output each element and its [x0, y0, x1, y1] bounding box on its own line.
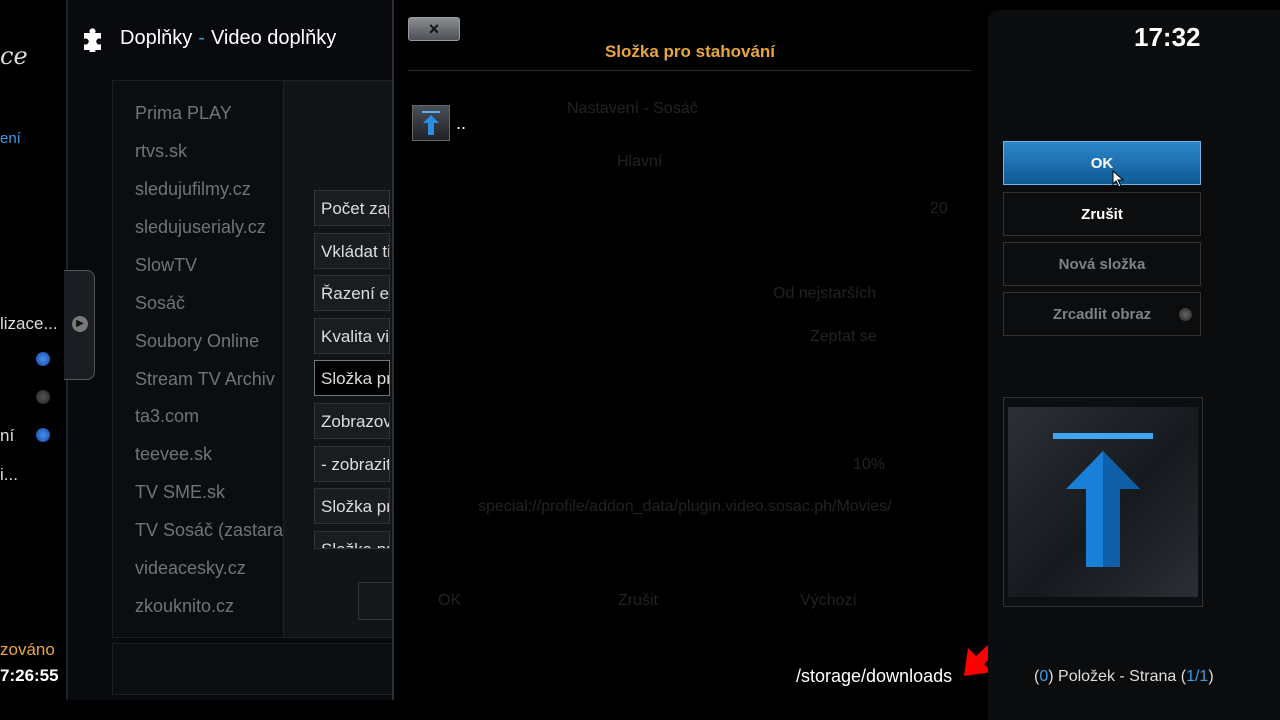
- list-item-parent-folder[interactable]: ..: [412, 105, 467, 141]
- setting-row[interactable]: Řazení epizod: [314, 275, 390, 311]
- setting-row[interactable]: Vkládat titulky, jsou li k dispozici: [314, 233, 390, 269]
- list-item[interactable]: Stream TV Archiv: [135, 369, 275, 390]
- paren-open: (: [1176, 668, 1187, 685]
- left-fragment-3: ní: [0, 426, 15, 445]
- folder-up-icon: [1008, 407, 1198, 597]
- setting-row[interactable]: - zobrazit stav každých: [314, 446, 390, 482]
- setting-row[interactable]: Počet zapamatovaných hledání: [314, 190, 390, 226]
- radio-on-icon[interactable]: [36, 428, 50, 442]
- new-folder-button[interactable]: Nová složka: [1003, 242, 1201, 286]
- ok-button[interactable]: OK: [1003, 141, 1201, 185]
- breadcrumb-main: Doplňky: [120, 26, 193, 49]
- list-item[interactable]: rtvs.sk: [135, 141, 187, 162]
- folder-up-icon: [412, 105, 450, 141]
- current-path: /storage/downloads: [796, 666, 953, 686]
- dialog-title: Složka pro stahování: [408, 34, 972, 71]
- ghost-button: Zrušit: [618, 592, 658, 609]
- list-item[interactable]: ta3.com: [135, 406, 199, 427]
- setting-row-selected[interactable]: Složka pro stahování: [314, 360, 390, 396]
- info-bar: [112, 643, 394, 695]
- breadcrumb: Doplňky - Video doplňky: [80, 22, 336, 54]
- preview-thumbnail: [1003, 397, 1203, 607]
- dialog-left-edge: [392, 0, 394, 700]
- ghost-button: OK: [438, 592, 462, 609]
- radio-on-icon[interactable]: [36, 352, 50, 366]
- setting-row[interactable]: Zobrazovat stav stahování: [314, 403, 390, 439]
- mouse-cursor-icon: [1112, 170, 1125, 188]
- arrow-right-icon: ▶: [72, 316, 88, 332]
- settings-ok-button[interactable]: [358, 582, 394, 620]
- status-text: zováno: [0, 640, 55, 659]
- list-item[interactable]: TV SME.sk: [135, 482, 225, 503]
- list-item[interactable]: sledujufilmy.cz: [135, 179, 251, 200]
- list-item[interactable]: zkouknito.cz: [135, 596, 234, 617]
- list-item[interactable]: videacesky.cz: [135, 558, 246, 579]
- setting-row[interactable]: Kvalita videa: [314, 318, 390, 354]
- ghost-settings-tab: Hlavní: [617, 153, 663, 170]
- ghost-value: 10%: [853, 456, 886, 473]
- setting-row[interactable]: Složka pro filmy: [314, 488, 390, 524]
- setting-row[interactable]: Složka pro seriály: [314, 531, 390, 549]
- list-item[interactable]: Sosáč: [135, 293, 185, 314]
- radio-off-icon[interactable]: [36, 390, 50, 404]
- items-page-text: Položek - Strana: [1058, 668, 1177, 685]
- left-fragment-4: i...: [0, 465, 18, 484]
- parent-folder-label: ..: [456, 112, 467, 133]
- mirror-image-toggle[interactable]: Zrcadlit obraz: [1003, 292, 1201, 336]
- ghost-value: Od nejstarších: [773, 285, 877, 302]
- list-item[interactable]: Prima PLAY: [135, 103, 232, 124]
- left-edge-panel: ce ení lizace... ní i... zováno 7:26:55: [0, 0, 66, 720]
- settings-dialog: [283, 80, 395, 638]
- side-scroll-tab[interactable]: ▶: [64, 270, 95, 380]
- cancel-button[interactable]: Zrušit: [1003, 192, 1201, 236]
- toggle-off-icon: [1179, 308, 1192, 321]
- list-item[interactable]: Soubory Online: [135, 331, 259, 352]
- ghost-value: Zeptat se: [810, 328, 877, 345]
- paren-close: ): [1208, 668, 1214, 685]
- mirror-image-label: Zrcadlit obraz: [1052, 306, 1152, 323]
- clock: 17:32: [1134, 22, 1201, 52]
- list-item[interactable]: teevee.sk: [135, 444, 212, 465]
- ghost-settings-title: Nastavení - Sosáč: [567, 100, 698, 117]
- breadcrumb-sub: Video doplňky: [210, 26, 337, 49]
- left-fragment-logo: ce: [0, 42, 28, 70]
- left-fragment-2: lizace...: [0, 314, 58, 333]
- list-item[interactable]: SlowTV: [135, 255, 197, 276]
- list-item[interactable]: sledujuserialy.cz: [135, 217, 266, 238]
- ghost-button: Výchozí: [800, 592, 857, 609]
- puzzle-icon: [84, 28, 101, 52]
- left-fragment-1: ení: [0, 130, 21, 147]
- item-count: 0: [1039, 668, 1049, 685]
- side-controls-panel: [988, 10, 1280, 720]
- paren-close: ): [1048, 668, 1059, 685]
- breadcrumb-separator: -: [198, 26, 205, 49]
- list-item[interactable]: TV Sosáč (zastaral: [135, 520, 287, 541]
- page-info: (0) Položek - Strana (1/1): [1034, 668, 1214, 686]
- elapsed-time: 7:26:55: [0, 666, 59, 685]
- ghost-value: special://profile/addon_data/plugin.vide…: [478, 498, 892, 515]
- page-number: 1/1: [1186, 668, 1209, 685]
- ghost-value: 20: [930, 200, 948, 217]
